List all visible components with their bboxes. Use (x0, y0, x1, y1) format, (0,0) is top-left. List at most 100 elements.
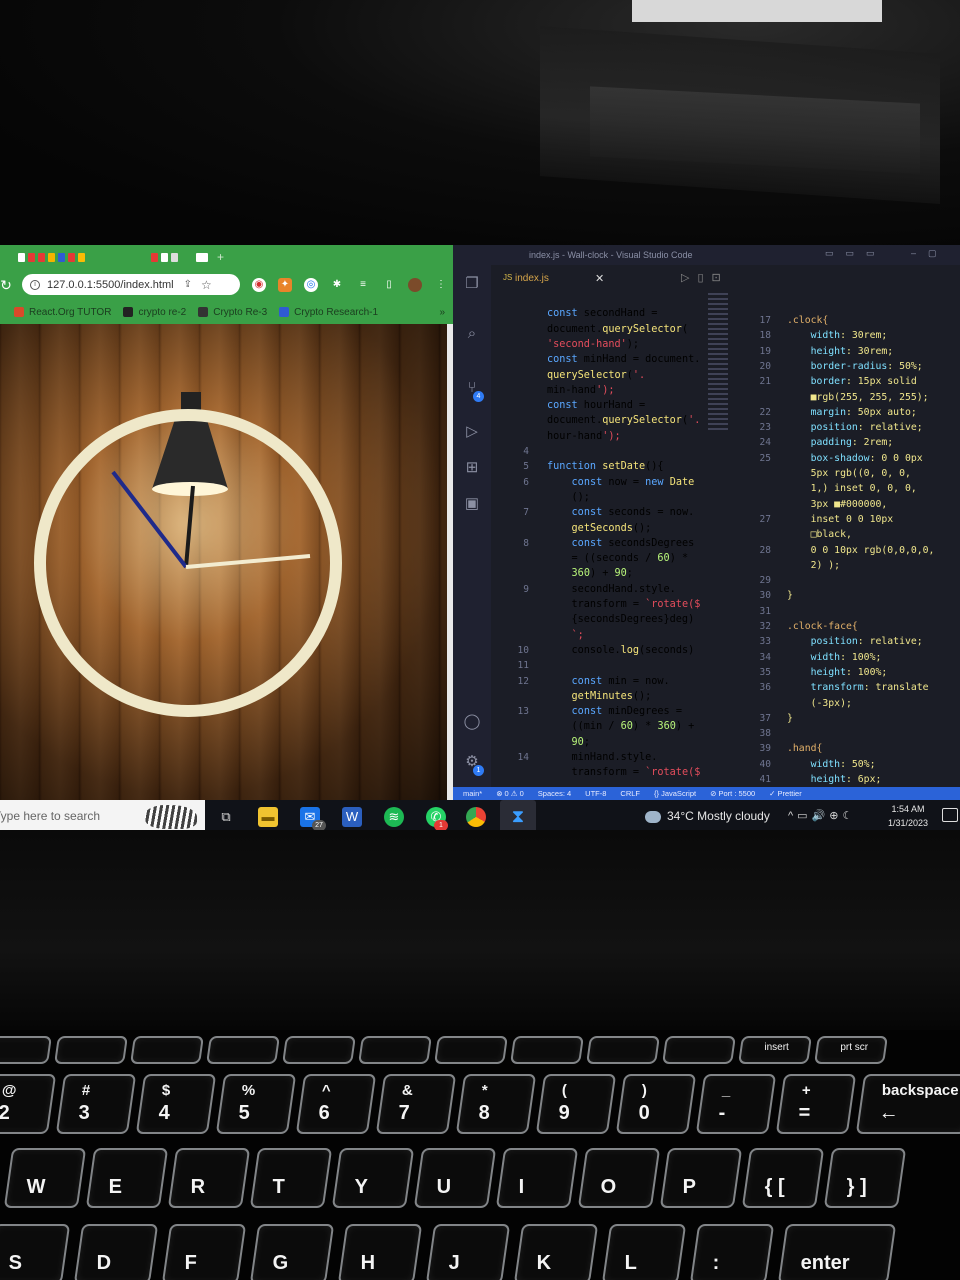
number-key[interactable]: ) 0 (615, 1074, 697, 1134)
metamask-icon[interactable]: ✦ (278, 278, 292, 292)
tab-favicon[interactable] (78, 252, 85, 262)
status-item[interactable]: UTF-8 (585, 789, 606, 798)
number-key[interactable]: (9 (535, 1074, 617, 1134)
bookmark-item[interactable]: Crypto Research-1 (279, 307, 378, 318)
letter-key[interactable]: W (3, 1148, 87, 1208)
tab-favicon[interactable] (196, 252, 208, 262)
minimap[interactable] (708, 293, 728, 433)
editor-actions[interactable]: ▷▯⊡ (681, 271, 729, 284)
letter-key[interactable]: F (161, 1224, 247, 1280)
layout-icons[interactable]: ▭▭▭ (825, 248, 887, 259)
run-debug-icon[interactable]: ▷ (463, 423, 481, 441)
letter-key[interactable]: O (577, 1148, 661, 1208)
number-key[interactable]: ^ 6 (295, 1074, 377, 1134)
menu-kebab-icon[interactable]: ⋮ (434, 278, 448, 292)
letter-key[interactable]: R (167, 1148, 251, 1208)
vscode-taskbar-icon[interactable]: ⧗ (500, 800, 536, 833)
letter-key[interactable]: E (85, 1148, 169, 1208)
extensions-icon[interactable]: ⊞ (463, 459, 481, 477)
search-icon[interactable]: ⌕ (463, 325, 481, 343)
share-icon[interactable]: ⇪ (184, 279, 192, 290)
function-key[interactable] (206, 1036, 280, 1064)
tab-favicon[interactable] (38, 252, 45, 262)
function-key[interactable] (282, 1036, 356, 1064)
function-key[interactable] (586, 1036, 660, 1064)
site-info-icon[interactable]: i (30, 279, 40, 290)
function-key[interactable] (510, 1036, 584, 1064)
status-item[interactable]: ✓ Prettier (769, 789, 802, 798)
function-key[interactable] (358, 1036, 432, 1064)
letter-key[interactable]: K (513, 1224, 599, 1280)
taskbar-clock[interactable]: 1:54 AM 1/31/2023 (880, 802, 936, 830)
window-controls[interactable]: –▢ (911, 248, 949, 259)
remote-explorer-icon[interactable]: ▣ (463, 495, 481, 513)
function-key[interactable] (0, 1036, 52, 1064)
new-tab-icon[interactable]: + (217, 250, 224, 264)
reload-icon[interactable]: ↻ (0, 275, 16, 295)
system-tray-icons[interactable]: ^▭🔊⊕☾ (788, 809, 856, 822)
letter-key[interactable]: S (0, 1224, 71, 1280)
browser-tab-strip[interactable]: + (0, 245, 453, 269)
tab-favicon[interactable] (151, 252, 158, 262)
close-icon[interactable]: ✕ (595, 272, 604, 285)
taskbar-search[interactable]: Type here to search (0, 800, 205, 833)
spotify-icon[interactable]: ≋ (384, 807, 404, 827)
bookmark-item[interactable]: React.Org TUTOR (14, 307, 111, 318)
number-key[interactable]: % 5 (215, 1074, 297, 1134)
letter-key[interactable]: H (337, 1224, 423, 1280)
number-key[interactable]: * 8 (455, 1074, 537, 1134)
status-item[interactable]: Spaces: 4 (538, 789, 571, 798)
account-icon[interactable]: ◯ (463, 713, 481, 731)
notification-icon[interactable] (942, 808, 958, 822)
word-icon[interactable]: W (342, 807, 362, 827)
tab-favicon[interactable] (28, 252, 35, 262)
backspace-key[interactable]: backspace ← (855, 1074, 960, 1134)
bookmarks-overflow-icon[interactable]: » (439, 307, 445, 318)
number-key[interactable]: & 7 (375, 1074, 457, 1134)
address-bar[interactable]: i 127.0.0.1:5500/index.html ⇪ ☆ (22, 274, 240, 295)
bookmark-item[interactable]: crypto re-2 (123, 307, 186, 318)
tab-favicon[interactable] (68, 252, 75, 262)
tab-favicon[interactable] (18, 252, 25, 262)
letter-key[interactable]: G (249, 1224, 335, 1280)
number-key[interactable]: #3 (55, 1074, 137, 1134)
number-key[interactable]: @2 (0, 1074, 57, 1134)
tab-favicon[interactable] (58, 252, 65, 262)
bookmark-item[interactable]: Crypto Re-3 (198, 307, 267, 318)
letter-key[interactable]: { [ (741, 1148, 825, 1208)
extension-icon[interactable]: ◉ (252, 278, 266, 292)
function-key[interactable]: prt scr (814, 1036, 888, 1064)
function-key[interactable] (434, 1036, 508, 1064)
function-key[interactable] (54, 1036, 128, 1064)
letter-key[interactable]: Y (331, 1148, 415, 1208)
file-explorer-icon[interactable]: ▬ (258, 807, 278, 827)
css-editor[interactable]: 17 .clock{18 width: 30rem; 19 height: 30re… (743, 293, 960, 787)
javascript-editor[interactable]: const secondHand = document.querySelector… (491, 293, 741, 787)
number-key[interactable]: + = (775, 1074, 857, 1134)
status-item[interactable]: CRLF (620, 789, 640, 798)
letter-key[interactable]: P (659, 1148, 743, 1208)
explorer-icon[interactable]: ❐ (463, 275, 481, 293)
function-key[interactable] (662, 1036, 736, 1064)
letter-key[interactable]: : (689, 1224, 775, 1280)
letter-key[interactable]: L (601, 1224, 687, 1280)
task-view-icon[interactable]: ⧉ (216, 807, 236, 827)
status-item[interactable]: ⊘ Port : 5500 (710, 789, 755, 798)
letter-key[interactable]: I (495, 1148, 579, 1208)
letter-key[interactable]: } ] (823, 1148, 907, 1208)
reading-list-icon[interactable]: ≡ (356, 278, 370, 292)
number-key[interactable]: _ - (695, 1074, 777, 1134)
tab-favicon[interactable] (171, 252, 178, 262)
tab-index-js[interactable]: index.js (515, 273, 549, 284)
status-item[interactable]: {} JavaScript (654, 789, 696, 798)
extension-icon[interactable]: ◎ (304, 278, 318, 292)
status-item[interactable]: ⊗ 0 ⚠ 0 (496, 789, 524, 798)
letter-key[interactable]: T (249, 1148, 333, 1208)
chrome-icon[interactable] (466, 807, 486, 827)
letter-key[interactable]: J (425, 1224, 511, 1280)
letter-key[interactable]: D (73, 1224, 159, 1280)
number-key[interactable]: $4 (135, 1074, 217, 1134)
extensions-puzzle-icon[interactable]: ✱ (330, 278, 344, 292)
status-item[interactable]: main* (463, 789, 482, 798)
tab-favicon[interactable] (161, 252, 168, 262)
